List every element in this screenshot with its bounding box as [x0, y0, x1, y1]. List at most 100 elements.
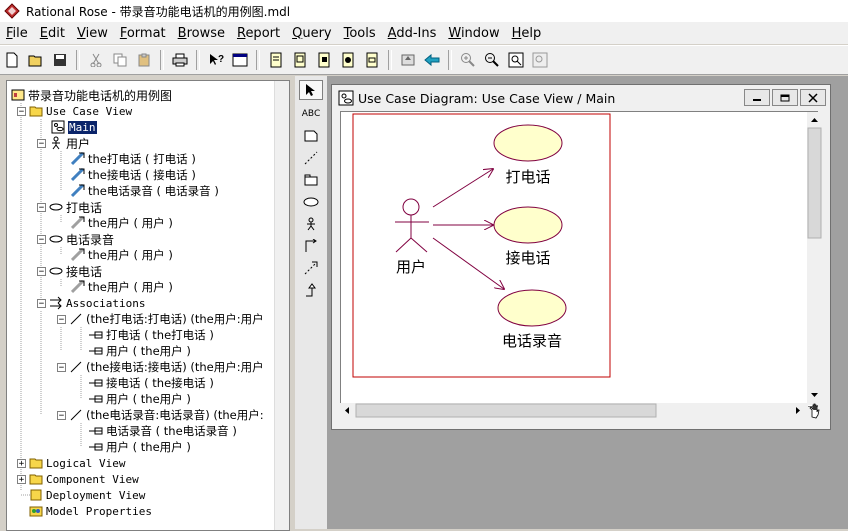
menu-edit[interactable]: Edit [34, 26, 71, 41]
browse-class-diagram-button[interactable] [265, 49, 287, 71]
browse-parent-button[interactable] [397, 49, 419, 71]
menu-tools[interactable]: Tools [338, 26, 382, 41]
collapse-toggle[interactable]: − [17, 106, 26, 116]
browse-interaction-diagram-button[interactable] [289, 49, 311, 71]
zoom-out-button[interactable] [481, 49, 503, 71]
tree-label: 电话录音 ( the电话录音 ) [106, 424, 237, 438]
tree-use-case-view[interactable]: − Use Case View [17, 103, 132, 119]
collapse-toggle[interactable]: − [37, 266, 46, 276]
unidirectional-association-tool[interactable] [299, 236, 323, 256]
menu-report[interactable]: Report [231, 26, 286, 41]
tree-role[interactable]: 用户 ( the用户 ) [89, 439, 191, 455]
browser-scrollbar[interactable] [274, 81, 289, 530]
actor-figure[interactable] [395, 198, 429, 253]
menu-query[interactable]: Query [286, 26, 338, 41]
menu-help[interactable]: Help [506, 26, 548, 41]
tree-root[interactable]: 带录音功能电话机的用例图 [11, 87, 172, 103]
collapse-toggle[interactable]: − [57, 410, 66, 420]
menu-add-ins[interactable]: Add-Ins [382, 26, 443, 41]
tree-relation[interactable]: the用户 ( 用户 ) [71, 247, 173, 263]
save-button[interactable] [49, 49, 71, 71]
package-tool[interactable] [299, 170, 323, 190]
generalization-tool[interactable] [299, 280, 323, 300]
tree-role[interactable]: 用户 ( the用户 ) [89, 343, 191, 359]
menu-window[interactable]: Window [442, 26, 505, 41]
use-case-ellipse[interactable] [493, 124, 563, 162]
collapse-toggle[interactable]: − [57, 362, 66, 372]
tree-role[interactable]: 接电话 ( the接电话 ) [89, 375, 214, 391]
tree-association[interactable]: − (the打电话:打电话) (the用户:用户 [57, 311, 264, 327]
parent-icon [401, 54, 415, 66]
tree-usecase-call[interactable]: − 打电话 [37, 199, 102, 215]
diagram-horizontal-scrollbar[interactable] [340, 403, 808, 418]
note-tool[interactable] [299, 126, 323, 146]
collapse-toggle[interactable]: − [37, 138, 46, 148]
restore-button[interactable] [772, 89, 798, 106]
expand-toggle[interactable]: + [17, 458, 26, 468]
browse-component-diagram-button[interactable] [313, 49, 335, 71]
model-browser[interactable]: 带录音功能电话机的用例图 − Use Case View Main − 用户 t… [6, 80, 290, 531]
dependency-tool[interactable] [299, 258, 323, 278]
use-case-tool[interactable] [299, 192, 323, 212]
diagram-title-bar[interactable]: Use Case Diagram: Use Case View / Main [332, 85, 830, 111]
browse-previous-button[interactable] [421, 49, 443, 71]
diagram-vertical-scrollbar[interactable] [807, 112, 822, 405]
collapse-toggle[interactable]: − [37, 234, 46, 244]
fit-in-window-button[interactable] [505, 49, 527, 71]
open-file-button[interactable] [25, 49, 47, 71]
minimize-button[interactable] [744, 89, 770, 106]
tree-relation[interactable]: the接电话 ( 接电话 ) [71, 167, 196, 183]
anchor-note-tool[interactable] [299, 148, 323, 168]
tree-actor-user[interactable]: − 用户 [37, 135, 90, 151]
tree-association[interactable]: − (the电话录音:电话录音) (the用户: [57, 407, 264, 423]
copy-icon [113, 53, 127, 67]
tree-main-diagram[interactable]: Main [51, 119, 97, 135]
browser-toggle-button[interactable] [229, 49, 251, 71]
tree-association[interactable]: − (the接电话:接电话) (the用户:用户 [57, 359, 264, 375]
collapse-toggle[interactable]: − [37, 202, 46, 212]
menu-file[interactable]: File [0, 26, 34, 41]
tree-relation[interactable]: the打电话 ( 打电话 ) [71, 151, 196, 167]
fit-window-icon [508, 52, 524, 68]
menu-view[interactable]: View [71, 26, 114, 41]
tree-role[interactable]: 打电话 ( the打电话 ) [89, 327, 214, 343]
print-button[interactable] [169, 49, 191, 71]
expand-toggle[interactable]: + [17, 474, 26, 484]
tree-relation[interactable]: the电话录音 ( 电话录音 ) [71, 183, 219, 199]
tree-model-properties[interactable]: Model Properties [29, 503, 152, 519]
tree-deployment-view[interactable]: Deployment View [29, 487, 145, 503]
new-file-button[interactable] [1, 49, 23, 71]
tree-role[interactable]: 电话录音 ( the电话录音 ) [89, 423, 237, 439]
tree-associations[interactable]: − Associations [37, 295, 145, 311]
cut-button[interactable] [85, 49, 107, 71]
selection-tool[interactable] [299, 80, 323, 100]
use-case-ellipse[interactable] [493, 206, 563, 244]
tree-usecase-answer[interactable]: − 接电话 [37, 263, 102, 279]
close-icon [808, 92, 818, 103]
pan-hand-icon[interactable] [808, 403, 824, 419]
paste-button[interactable] [133, 49, 155, 71]
use-case-ellipse[interactable] [497, 289, 567, 327]
tree-relation[interactable]: the用户 ( 用户 ) [71, 215, 173, 231]
collapse-toggle[interactable]: − [57, 314, 66, 324]
diagram-canvas[interactable]: 用户 打电话 接电话 电话录音 [340, 111, 818, 407]
copy-button[interactable] [109, 49, 131, 71]
context-help-button[interactable]: ? [205, 49, 227, 71]
collapse-toggle[interactable]: − [37, 298, 46, 308]
tree-relation[interactable]: the用户 ( 用户 ) [71, 279, 173, 295]
text-tool[interactable]: ABC [299, 104, 323, 124]
menu-format[interactable]: Format [114, 26, 172, 41]
menu-browse[interactable]: Browse [172, 26, 231, 41]
actor-tool[interactable] [299, 214, 323, 234]
tree-label-selected: Main [68, 120, 97, 134]
tree-component-view[interactable]: + Component View [17, 471, 139, 487]
tree-usecase-record[interactable]: − 电话录音 [37, 231, 114, 247]
title-bar: Rational Rose - 带录音功能电话机的用例图.mdl [0, 0, 848, 22]
browse-statechart-button[interactable] [337, 49, 359, 71]
tree-role[interactable]: 用户 ( the用户 ) [89, 391, 191, 407]
close-button[interactable] [800, 89, 826, 106]
browse-deployment-button[interactable] [361, 49, 383, 71]
tree-logical-view[interactable]: + Logical View [17, 455, 125, 471]
undo-fit-button[interactable] [529, 49, 551, 71]
zoom-in-button[interactable] [457, 49, 479, 71]
